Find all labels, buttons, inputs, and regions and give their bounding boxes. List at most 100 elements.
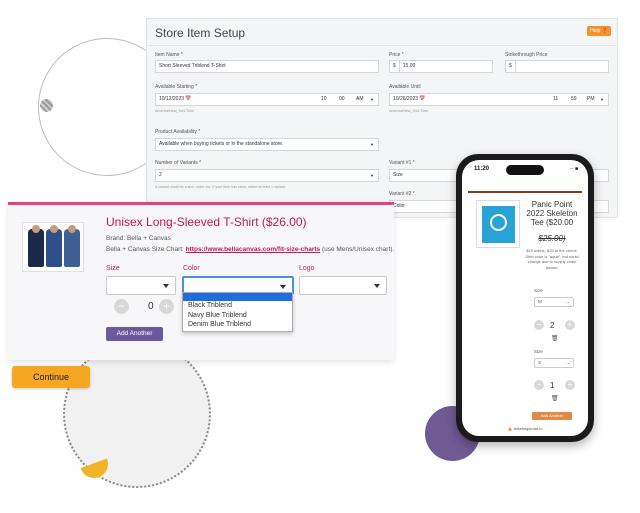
phone-product-description: $10 online, $25 at the venue. Shirt colo… — [525, 248, 579, 270]
available-starting-input[interactable]: 10/12/2023 📅 10 00 AM ▼ — [155, 93, 379, 106]
number-of-variants-value: 2 — [159, 172, 162, 178]
logo-select[interactable] — [299, 276, 387, 295]
start-timezone: America/New_York Time — [155, 109, 195, 113]
trash-icon[interactable]: 🗑 — [551, 395, 559, 402]
quantity-value: 0 — [148, 301, 154, 312]
phone-url-bar: 🔒 ticketingsmart.io — [507, 426, 543, 431]
decorative-dot — [40, 99, 53, 112]
product-card: Unisex Long-Sleeved T-Shirt ($26.00) Bra… — [8, 202, 394, 360]
strikethrough-label: Strikethrough Price — [505, 52, 548, 58]
trash-icon[interactable]: 🗑 — [551, 335, 559, 342]
help-badge[interactable]: Help ❓ — [587, 26, 611, 36]
screenshot-stage: Store Item Setup Help ❓ Item Name * Shor… — [0, 0, 640, 513]
price-label: Price * — [389, 52, 404, 58]
product-availability-select[interactable]: Available when buying tickets or in the … — [155, 138, 379, 151]
start-hour: 10 — [321, 96, 327, 102]
chevron-down-icon — [280, 285, 286, 289]
phone-quantity-increment[interactable]: + — [565, 380, 575, 390]
size-chart-suffix: (use Mens/Unisex chart). — [321, 246, 395, 253]
phone-product-title: Panic Point 2022 Skeleton Tee ($20.00 — [526, 200, 578, 227]
price-prefix: $ — [393, 61, 400, 72]
phone-add-another-button[interactable]: Add Another — [532, 412, 572, 420]
phone-screen: 11:20 ∙∙∙ ■ Panic Point 2022 Skeleton Te… — [462, 160, 588, 436]
item-name-input[interactable]: Short Sleeved Triblend T-Shirt — [155, 60, 379, 73]
phone-quantity-decrement[interactable]: − — [534, 320, 544, 330]
phone-quantity-decrement[interactable]: − — [534, 380, 544, 390]
number-of-variants-label: Number of Variants * — [155, 160, 202, 166]
start-ampm: AM — [356, 96, 364, 102]
strike-prefix: $ — [509, 61, 516, 72]
setup-title: Store Item Setup — [155, 26, 246, 40]
price-value: 15.00 — [402, 63, 416, 69]
shirt-figure — [46, 225, 62, 267]
phone-time: 11:20 — [474, 166, 490, 172]
product-title: Unisex Long-Sleeved T-Shirt ($26.00) — [106, 215, 307, 229]
phone-size-value: S — [538, 360, 542, 365]
until-timezone: America/New_York Time — [389, 109, 429, 113]
chevron-down-icon: ⌄ — [566, 299, 570, 304]
available-until-label: Available Until — [389, 84, 421, 90]
tee-graphic — [482, 206, 515, 243]
available-until-input[interactable]: 10/26/2023 📅 11 59 PM ▼ — [389, 93, 609, 106]
phone-mockup: 11:20 ∙∙∙ ■ Panic Point 2022 Skeleton Te… — [456, 154, 594, 442]
product-image — [22, 222, 84, 272]
dropdown-highlight-option[interactable] — [183, 293, 292, 301]
until-hour: 11 — [553, 96, 559, 102]
phone-size-select[interactable]: M ⌄ — [534, 297, 574, 307]
start-date: 10/12/2023 📅 — [159, 96, 192, 102]
chevron-down-icon: ▼ — [600, 97, 604, 102]
phone-quantity-value: 1 — [550, 381, 555, 390]
setup-divider — [147, 45, 617, 46]
product-brand: Brand: Bella + Canvas — [106, 235, 171, 242]
continue-button[interactable]: Continue — [12, 366, 90, 388]
size-chart-link[interactable]: https://www.bellacanvas.com/fit-size-cha… — [186, 246, 321, 253]
phone-accent-bar — [468, 191, 582, 193]
start-minute: 00 — [339, 96, 345, 102]
variant-1-label: Variant #1 * — [389, 160, 415, 166]
until-minute: 59 — [571, 96, 577, 102]
phone-quantity-increment[interactable]: + — [565, 320, 575, 330]
chevron-down-icon: ▼ — [370, 173, 374, 178]
chevron-down-icon — [374, 284, 380, 288]
quantity-decrement-button[interactable]: − — [114, 299, 129, 314]
chevron-down-icon — [163, 284, 169, 288]
color-label: Color — [183, 265, 200, 272]
chevron-down-icon: ▼ — [370, 142, 374, 147]
color-option[interactable]: Black Triblend — [183, 301, 292, 311]
color-option[interactable]: Navy Blue Triblend — [183, 311, 292, 321]
shirt-figure — [64, 225, 80, 267]
chevron-down-icon: ▼ — [370, 97, 374, 102]
shirt-figure — [28, 225, 44, 267]
phone-size-label: Size — [534, 288, 543, 293]
price-input[interactable]: $15.00 — [389, 60, 493, 73]
chevron-down-icon: ⌄ — [566, 360, 570, 365]
number-of-variants-select[interactable]: 2 ▼ — [155, 169, 379, 182]
size-chart-line: Bella + Canvas Size Chart: https://www.b… — [106, 246, 394, 253]
logo-label: Logo — [299, 265, 315, 272]
available-starting-label: Available Starting * — [155, 84, 198, 90]
phone-old-price: $25.00) — [538, 234, 566, 243]
product-availability-value: Available when buying tickets or in the … — [159, 141, 284, 147]
quantity-increment-button[interactable]: + — [159, 299, 174, 314]
strikethrough-input[interactable]: $ — [505, 60, 609, 73]
size-label: Size — [106, 265, 120, 272]
phone-size-label: Size — [534, 349, 543, 354]
item-name-label: Item Name * — [155, 52, 183, 58]
phone-quantity-value: 2 — [550, 321, 555, 330]
phone-product-image — [476, 200, 520, 248]
color-option[interactable]: Denim Blue Triblend — [183, 320, 292, 330]
color-dropdown-list: Black Triblend Navy Blue Triblend Denim … — [182, 292, 293, 332]
phone-status-icons: ∙∙∙ ■ — [569, 166, 578, 172]
until-date: 10/26/2023 📅 — [393, 96, 426, 102]
phone-size-value: M — [538, 299, 542, 304]
add-another-button[interactable]: Add Another — [106, 327, 163, 341]
decorative-orange-shape — [80, 450, 108, 478]
variants-hint: A variant could be a size, color, etc. I… — [155, 185, 286, 189]
variant-2-label: Variant #2 * — [389, 191, 415, 197]
size-chart-prefix: Bella + Canvas Size Chart: — [106, 246, 184, 253]
dynamic-island — [506, 165, 544, 175]
size-select[interactable] — [106, 276, 176, 295]
phone-size-select[interactable]: S ⌄ — [534, 358, 574, 368]
until-ampm: PM — [587, 96, 595, 102]
product-availability-label: Product Availability * — [155, 129, 201, 135]
